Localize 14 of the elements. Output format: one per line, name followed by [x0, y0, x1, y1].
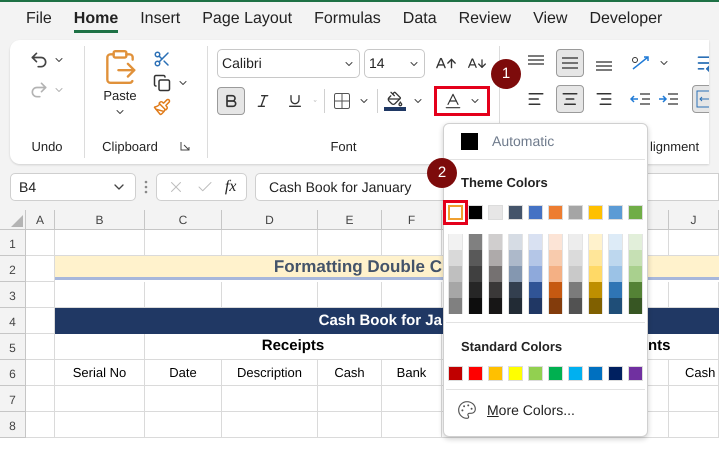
standard-colors-heading: Standard Colors	[460, 338, 564, 356]
column-heading-cell-text: Cash	[334, 364, 365, 382]
column-heading-cell-text: Bank	[396, 364, 426, 382]
column-heading-cell-text: Description	[236, 364, 302, 382]
group-label: Clipboard	[102, 138, 158, 156]
column-heading-cell-text: Cash	[685, 364, 716, 382]
receipts-heading: Receipts	[262, 336, 324, 356]
column-heading-cell-text: Date	[169, 364, 197, 382]
column-heading-cell-text: Serial No	[72, 364, 126, 382]
group-label: lignment	[650, 138, 700, 156]
group-label: Font	[330, 138, 356, 156]
payments-heading: nts	[648, 336, 670, 356]
group-label: Undo	[30, 138, 64, 156]
theme-colors-heading: Theme Colors	[460, 174, 549, 192]
